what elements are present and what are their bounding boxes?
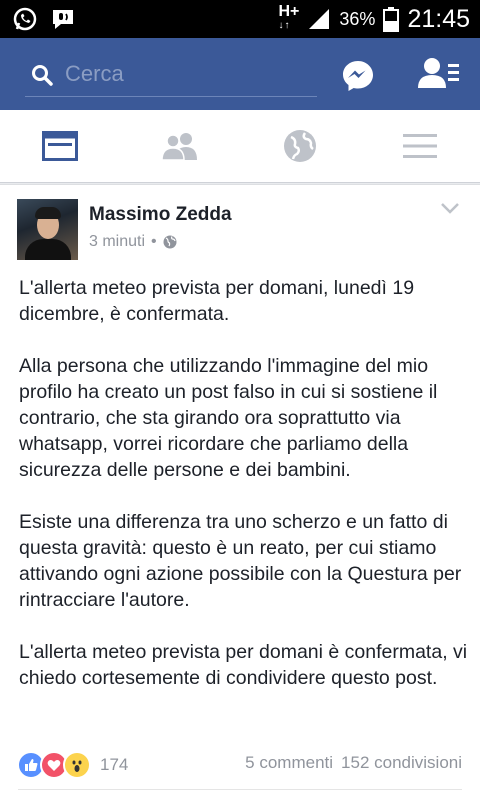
shares-link[interactable]: 152 condivisioni bbox=[341, 753, 462, 773]
messenger-icon[interactable] bbox=[340, 58, 376, 94]
post-stats: 5 commenti 152 condivisioni bbox=[245, 753, 462, 773]
post-paragraph: L'allerta meteo prevista per domani, lun… bbox=[19, 277, 415, 325]
clock: 21:45 bbox=[407, 4, 470, 33]
news-feed-icon bbox=[42, 131, 78, 161]
signal-icon bbox=[309, 9, 330, 29]
post-paragraph: Alla persona che utilizzando l'immagine … bbox=[19, 355, 438, 481]
divider bbox=[18, 789, 462, 790]
network-type: H+ ↓↑ bbox=[278, 3, 300, 32]
comments-link[interactable]: 5 commenti bbox=[245, 753, 333, 773]
friends-icon bbox=[161, 133, 197, 160]
post-paragraph: Esiste una differenza tra uno scherzo e … bbox=[19, 511, 462, 611]
reaction-count: 174 bbox=[100, 755, 129, 774]
notification-icons bbox=[12, 6, 76, 32]
post-meta: 3 minuti • bbox=[89, 233, 177, 251]
tab-news-feed[interactable] bbox=[0, 110, 120, 182]
chevron-down-icon[interactable] bbox=[440, 201, 460, 215]
tab-bar bbox=[0, 110, 480, 183]
status-bar: H+ ↓↑ 36% 21:45 bbox=[0, 0, 480, 38]
menu-icon bbox=[403, 134, 437, 158]
friend-requests-icon[interactable] bbox=[418, 56, 460, 94]
search-input[interactable] bbox=[65, 59, 305, 89]
post-author[interactable]: Massimo Zedda bbox=[89, 204, 232, 226]
post-paragraph: L'allerta meteo prevista per domani è co… bbox=[19, 641, 468, 689]
wow-icon bbox=[63, 751, 91, 779]
whatsapp-icon bbox=[13, 7, 37, 31]
post-card: Massimo Zedda 3 minuti • L'allerta meteo… bbox=[0, 184, 480, 801]
tab-menu[interactable] bbox=[360, 110, 480, 182]
tab-notifications[interactable] bbox=[240, 110, 360, 182]
globe-icon bbox=[163, 235, 177, 249]
post-time[interactable]: 3 minuti bbox=[89, 233, 145, 251]
voice-message-icon bbox=[53, 10, 73, 29]
meta-separator: • bbox=[151, 233, 157, 250]
top-bar bbox=[0, 38, 480, 110]
globe-icon bbox=[284, 130, 316, 162]
tab-friends[interactable] bbox=[120, 110, 240, 182]
search-box[interactable] bbox=[25, 56, 317, 97]
avatar[interactable] bbox=[17, 199, 78, 260]
battery-icon bbox=[383, 7, 400, 32]
search-icon bbox=[32, 65, 53, 86]
battery-percentage: 36% bbox=[339, 8, 376, 29]
post-body: L'allerta meteo prevista per domani, lun… bbox=[19, 275, 469, 717]
reactions-summary[interactable]: 174 bbox=[17, 751, 128, 779]
